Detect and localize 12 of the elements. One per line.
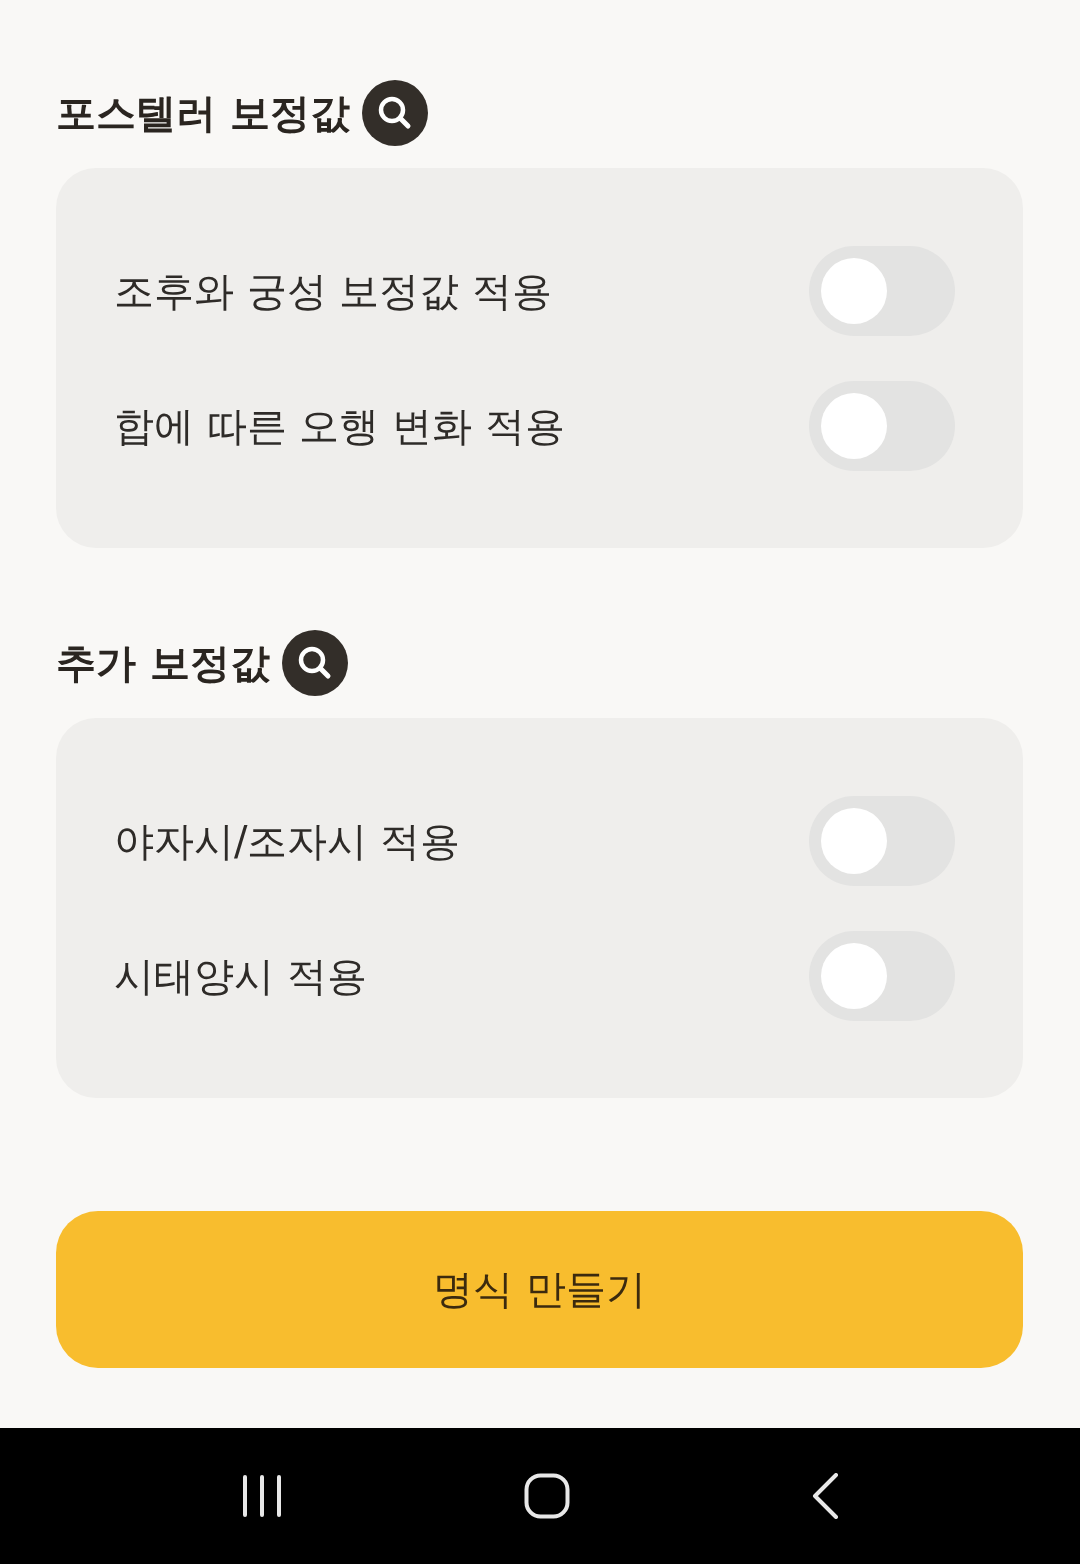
search-icon[interactable] — [281, 630, 348, 696]
create-button[interactable]: 명식 만들기 — [56, 1211, 1023, 1368]
option-label: 합에 따른 오행 변화 적용 — [114, 401, 565, 451]
option-label: 야자시/조자시 적용 — [114, 816, 461, 866]
option-label: 시태양시 적용 — [114, 951, 367, 1001]
section-title: 추가 보정값 — [56, 638, 270, 688]
search-icon[interactable] — [361, 80, 428, 146]
option-label: 조후와 궁성 보정값 적용 — [114, 266, 553, 316]
menu-icon[interactable] — [240, 1475, 283, 1517]
home-icon[interactable] — [524, 1473, 570, 1519]
section-title: 포스텔러 보정값 — [56, 88, 350, 138]
back-icon[interactable] — [811, 1473, 840, 1519]
